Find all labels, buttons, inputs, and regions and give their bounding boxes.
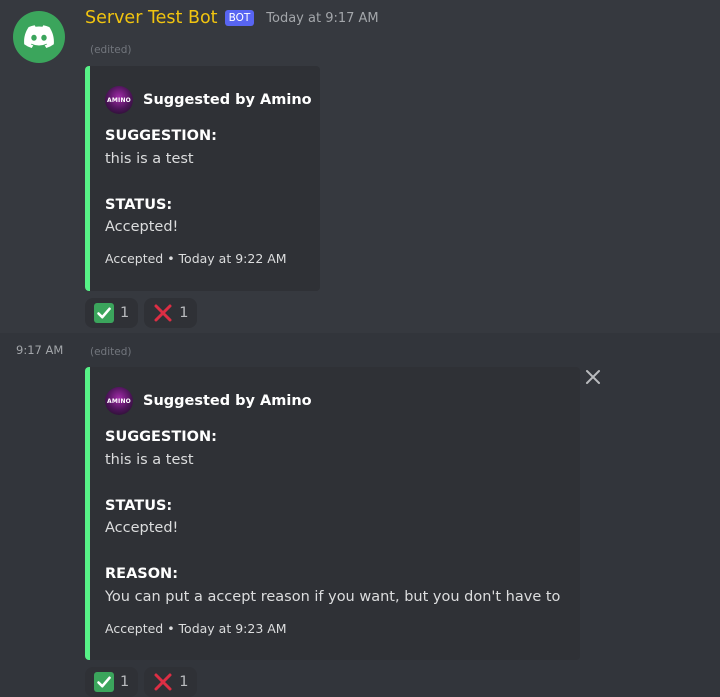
discord-logo-glyph [24,25,54,48]
close-button[interactable] [584,368,602,386]
field-name-suggestion: SUGGESTION: [105,429,217,445]
reactions-bar: 1 1 [85,667,198,697]
edited-label: (edited) [90,346,132,358]
cross-mark-glyph [154,673,172,691]
field-value-suggestion: this is a test [105,452,194,468]
bot-tag: BOT [224,10,255,26]
author-name: Suggested by Amino [143,92,312,108]
embed-author: AMINO Suggested by Amino [105,387,312,415]
field-name-status: STATUS: [105,197,173,213]
cross-mark-glyph [154,304,172,322]
reaction-check[interactable]: 1 [85,667,139,697]
embed-footer: Accepted • Today at 9:22 AM [105,251,287,266]
edited-label: (edited) [90,44,132,56]
check-mark-glyph [94,672,114,692]
cross-mark-icon [153,303,173,323]
field-name-status: STATUS: [105,498,173,514]
reaction-count: 1 [179,305,189,321]
field-value-reason: You can put a accept reason if you want,… [105,589,561,605]
embed-author: AMINO Suggested by Amino [105,86,312,114]
reaction-count: 1 [120,674,130,690]
author-name: Suggested by Amino [143,393,312,409]
author-avatar: AMINO [105,387,133,415]
check-mark-icon [94,672,114,692]
field-name-reason: REASON: [105,566,178,582]
embed-card: AMINO Suggested by Amino SUGGESTION: thi… [85,367,580,660]
embed-card: AMINO Suggested by Amino SUGGESTION: thi… [85,66,320,291]
reaction-count: 1 [120,305,130,321]
hover-timestamp: 9:17 AM [16,343,64,357]
reactions-bar: 1 1 [85,298,198,328]
field-name-suggestion: SUGGESTION: [105,128,217,144]
embed-footer: Accepted • Today at 9:23 AM [105,621,287,636]
cross-mark-icon [153,672,173,692]
chat-view: Server Test Bot BOT Today at 9:17 AM (ed… [0,0,720,697]
message-header: Server Test Bot BOT Today at 9:17 AM [85,8,379,28]
check-mark-icon [94,303,114,323]
field-value-status: Accepted! [105,520,179,536]
field-value-suggestion: this is a test [105,151,194,167]
message-first: Server Test Bot BOT Today at 9:17 AM (ed… [0,0,720,333]
check-mark-glyph [94,303,114,323]
field-value-status: Accepted! [105,219,179,235]
reaction-check[interactable]: 1 [85,298,139,328]
close-icon [586,370,600,384]
username[interactable]: Server Test Bot [85,8,218,28]
reaction-count: 1 [179,674,189,690]
reaction-cross[interactable]: 1 [144,298,198,328]
author-avatar: AMINO [105,86,133,114]
discord-logo-icon[interactable] [13,11,65,63]
timestamp: Today at 9:17 AM [266,10,379,26]
reaction-cross[interactable]: 1 [144,667,198,697]
